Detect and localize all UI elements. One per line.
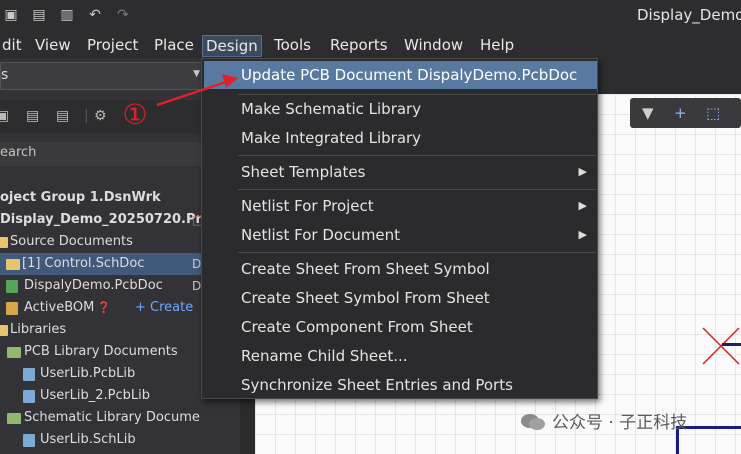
menu-separator [238, 252, 596, 253]
menu-window[interactable]: Window [401, 35, 466, 57]
pcblib-icon [23, 390, 35, 403]
folder-icon [0, 325, 8, 336]
menu-design[interactable]: Design [202, 35, 262, 57]
menu-item-label: Rename Child Sheet... [241, 347, 408, 365]
menu-tools[interactable]: Tools [271, 35, 314, 57]
menu-item-label: Update PCB Document DispalyDemo.PcbDoc [241, 66, 578, 84]
menu-reports[interactable]: Reports [327, 35, 391, 57]
menu-item-label: Create Component From Sheet [241, 318, 473, 336]
menu-separator [238, 189, 596, 190]
redo-icon[interactable]: ↷ [114, 7, 132, 23]
add-icon[interactable]: + [674, 104, 687, 122]
gear-icon[interactable]: ⚙ [94, 108, 107, 124]
menu-netlist-for-document[interactable]: Netlist For Document ▶ [202, 221, 597, 249]
document-flag: D [192, 257, 202, 271]
submenu-arrow-icon: ▶ [578, 165, 587, 178]
search-input[interactable]: earch [0, 142, 205, 166]
menu-bar: dit View Project Place Design Tools Repo… [0, 32, 741, 58]
tree-item-label: UserLib.PcbLib [40, 366, 136, 381]
tree-item-label: Source Documents [10, 234, 133, 249]
submenu-arrow-icon: ▶ [578, 199, 587, 212]
menu-item-label: Netlist For Document [241, 226, 401, 244]
design-menu-dropdown: Update PCB Document DispalyDemo.PcbDoc M… [201, 58, 598, 399]
menu-create-component-from-sheet[interactable]: Create Component From Sheet [202, 313, 597, 341]
tree-item-label: PCB Library Documents [24, 344, 178, 359]
annotation-step-marker: ① [122, 98, 148, 131]
undo-icon[interactable]: ↶ [86, 7, 104, 23]
menu-item-label: Make Integrated Library [241, 129, 422, 147]
tree-item-label: DispalyDemo.PcbDoc [24, 278, 163, 293]
canvas-toolbar: ▼ + ⬚ [630, 98, 741, 128]
panel-combo[interactable]: s ▼ [0, 62, 205, 90]
folder-icon [7, 347, 21, 358]
document-flag: D [192, 279, 202, 293]
menu-netlist-for-project[interactable]: Netlist For Project ▶ [202, 192, 597, 220]
menu-item-label: Synchronize Sheet Entries and Ports [241, 376, 513, 394]
help-icon[interactable]: ❓ [97, 297, 111, 319]
tree-item-label: oject Group 1.DsnWrk [0, 190, 161, 205]
no-connect-marker [702, 327, 740, 365]
app-icon[interactable]: ▣ [2, 7, 20, 23]
folder-icon [6, 259, 20, 270]
menu-update-pcb-document[interactable]: Update PCB Document DispalyDemo.PcbDoc [204, 61, 597, 89]
menu-create-sheet-from-symbol[interactable]: Create Sheet From Sheet Symbol [202, 255, 597, 283]
tree-item-label: [1] Control.SchDoc [22, 256, 145, 271]
menu-help[interactable]: Help [477, 35, 517, 57]
open-folder-icon[interactable]: ▤ [30, 7, 48, 23]
menu-edit[interactable]: dit [0, 35, 25, 57]
menu-item-label: Create Sheet Symbol From Sheet [241, 289, 490, 307]
menu-rename-child-sheet[interactable]: Rename Child Sheet... [202, 342, 597, 370]
folder-settings-icon[interactable]: ▤ [56, 108, 69, 124]
schlib-icon [23, 434, 35, 447]
menu-view[interactable]: View [32, 35, 74, 57]
menu-place[interactable]: Place [151, 35, 197, 57]
bom-icon [6, 302, 18, 315]
menu-item-label: Netlist For Project [241, 197, 374, 215]
folder-icon [7, 413, 21, 424]
save-icon[interactable]: ▥ [58, 7, 76, 23]
wire [722, 343, 741, 346]
tree-item-label: UserLib_2.PcbLib [40, 388, 150, 403]
separator: | [84, 108, 89, 124]
menu-item-label: Make Schematic Library [241, 100, 422, 118]
pcblib-icon [23, 368, 35, 381]
tree-item-label: Libraries [10, 322, 67, 337]
tree-item-schematic-library-documents[interactable]: Schematic Library Docume [0, 407, 240, 429]
project-icon[interactable]: ▣ [0, 108, 9, 124]
folder-search-icon[interactable]: ▤ [26, 108, 39, 124]
tree-item-userlib-schlib[interactable]: UserLib.SchLib [0, 429, 240, 451]
menu-make-integrated-library[interactable]: Make Integrated Library [202, 124, 597, 152]
menu-project[interactable]: Project [84, 35, 141, 57]
tree-item-label: ActiveBOM [24, 300, 95, 315]
menu-synchronize-sheet-entries[interactable]: Synchronize Sheet Entries and Ports [202, 371, 597, 399]
create-link[interactable]: + Create [135, 297, 193, 319]
chevron-down-icon: ▼ [193, 69, 200, 79]
submenu-arrow-icon: ▶ [578, 228, 587, 241]
search-placeholder: earch [0, 145, 37, 160]
pcb-doc-icon [6, 280, 18, 293]
window-title: Display_Demo [637, 6, 741, 24]
tree-item-label: Schematic Library Docume [24, 410, 200, 425]
select-rect-icon[interactable]: ⬚ [706, 104, 720, 122]
menu-sheet-templates[interactable]: Sheet Templates ▶ [202, 158, 597, 186]
wechat-logo-icon [521, 414, 545, 430]
menu-item-label: Sheet Templates [241, 163, 366, 181]
menu-make-schematic-library[interactable]: Make Schematic Library [202, 95, 597, 123]
folder-icon [0, 237, 8, 248]
watermark-text: 公众号 · 子正科技 [552, 413, 688, 433]
panel-combo-value: s [1, 67, 9, 83]
title-bar: ▣ ▤ ▥ ↶ ↷ Display_Demo [0, 0, 741, 32]
menu-separator [238, 155, 596, 156]
menu-item-label: Create Sheet From Sheet Symbol [241, 260, 490, 278]
tree-item-label: UserLib.SchLib [40, 432, 136, 447]
filter-icon[interactable]: ▼ [642, 104, 654, 122]
tree-item-label: Display_Demo_20250720.PrjP [0, 212, 216, 227]
menu-create-symbol-from-sheet[interactable]: Create Sheet Symbol From Sheet [202, 284, 597, 312]
